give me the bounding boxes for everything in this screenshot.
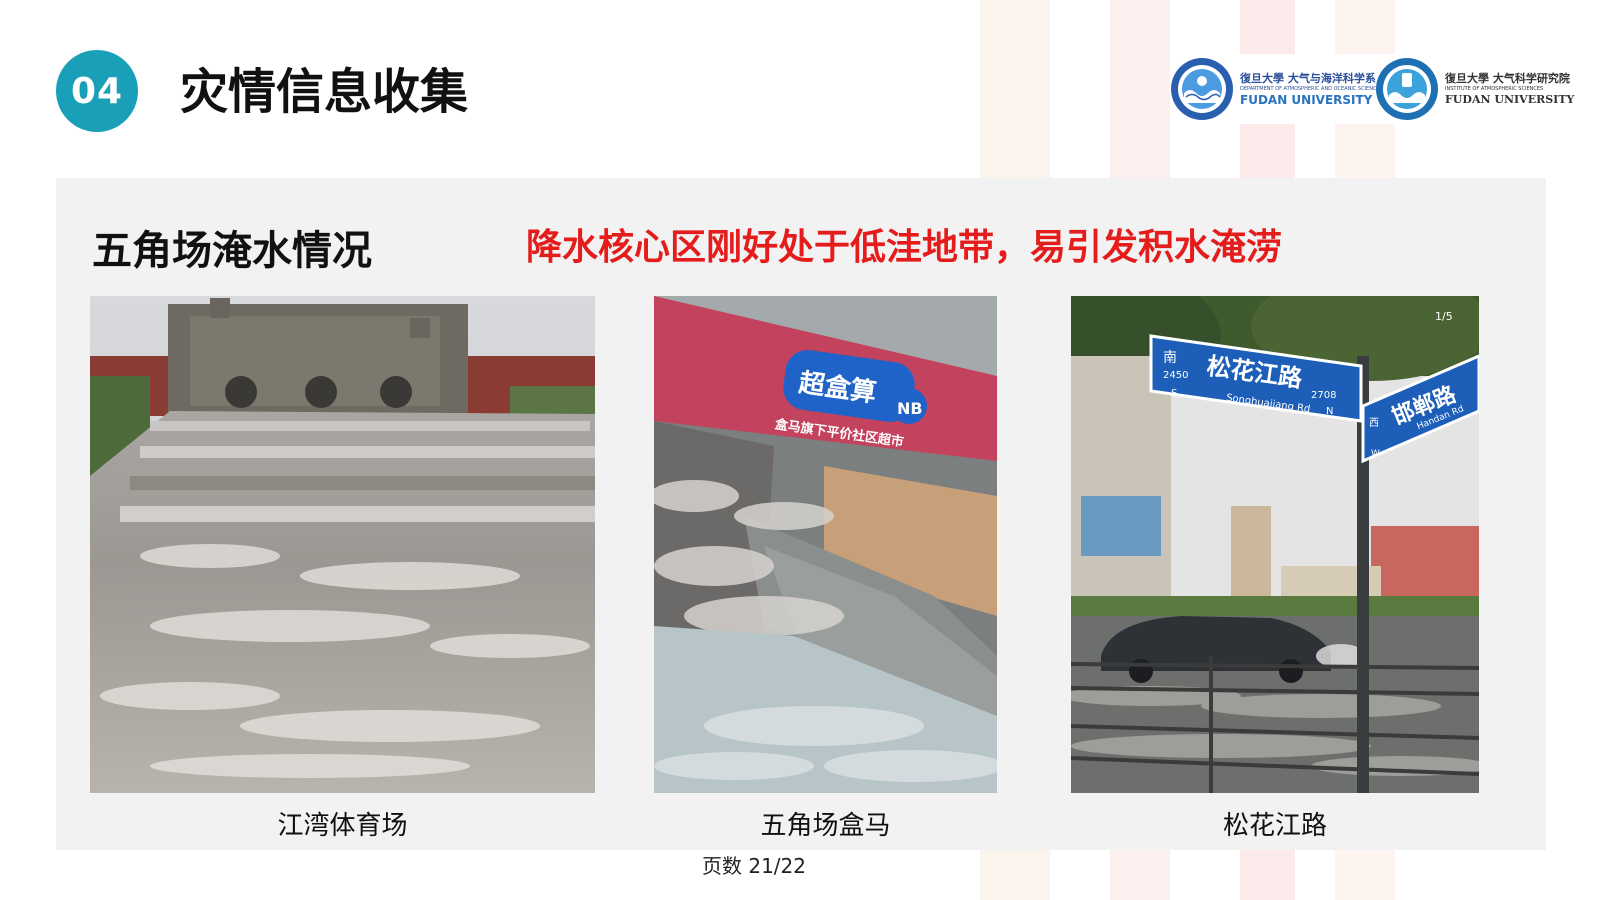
road-sign-number-right: 2708 xyxy=(1311,390,1336,401)
department-logo: 復旦大學 大气与海洋科学系 DEPARTMENT OF ATMOSPHERIC … xyxy=(1170,54,1383,124)
photo-caption: 五角场盒马 xyxy=(760,811,891,841)
logo-cn-name: 復旦大學 大气与海洋科学系 xyxy=(1240,71,1376,85)
department-seal-icon xyxy=(1171,58,1233,120)
section-title: 五角场淹水情况 xyxy=(92,228,372,274)
page-title: 灾情信息收集 xyxy=(180,64,469,120)
university-logos: 復旦大學 大气与海洋科学系 DEPARTMENT OF ATMOSPHERIC … xyxy=(1170,54,1574,124)
institute-seal-icon xyxy=(1376,58,1438,120)
logo-en-name: FUDAN UNIVERSITY xyxy=(1240,92,1373,107)
photo-hema-store: 超盒算 NB 盒马旗下平价社区超市 xyxy=(654,296,997,793)
photo-caption: 松花江路 xyxy=(1222,811,1327,841)
section-number-badge: 04 xyxy=(56,50,138,132)
logo-en-subtitle: DEPARTMENT OF ATMOSPHERIC AND OCEANIC SC… xyxy=(1240,85,1383,92)
logo-en-subtitle: INSTITUTE OF ATMOSPHERIC SCIENCES xyxy=(1445,86,1544,92)
logo-cn-name: 復旦大學 大气科学研究院 xyxy=(1445,72,1570,85)
page-number: 页数 21/22 xyxy=(702,854,806,878)
road-sign2-w: W xyxy=(1371,449,1380,459)
highlight-text: 降水核心区刚好处于低洼地带，易引发积水淹涝 xyxy=(526,227,1283,268)
photo-caption: 江湾体育场 xyxy=(277,811,408,841)
road-sign-s: S xyxy=(1171,388,1177,399)
photo-counter: 1/5 xyxy=(1435,310,1453,323)
institute-logo: 復旦大學 大气科学研究院 INSTITUTE OF ATMOSPHERIC SC… xyxy=(1375,54,1574,124)
photo-jiangwan-stadium xyxy=(90,296,595,793)
road-sign-number-left: 2450 xyxy=(1163,370,1188,381)
logo-en-name: FUDAN UNIVERSITY xyxy=(1445,93,1575,106)
store-sign-badge: NB xyxy=(897,399,923,418)
road-sign2-direction: 西 xyxy=(1369,418,1379,429)
photo-songhuajiang-road: 南 2450 松花江路 2708 S Songhuajiang Rd N 西 邯… xyxy=(1071,296,1479,793)
road-sign-n: N xyxy=(1326,406,1333,417)
road-sign-direction: 南 xyxy=(1163,350,1177,366)
